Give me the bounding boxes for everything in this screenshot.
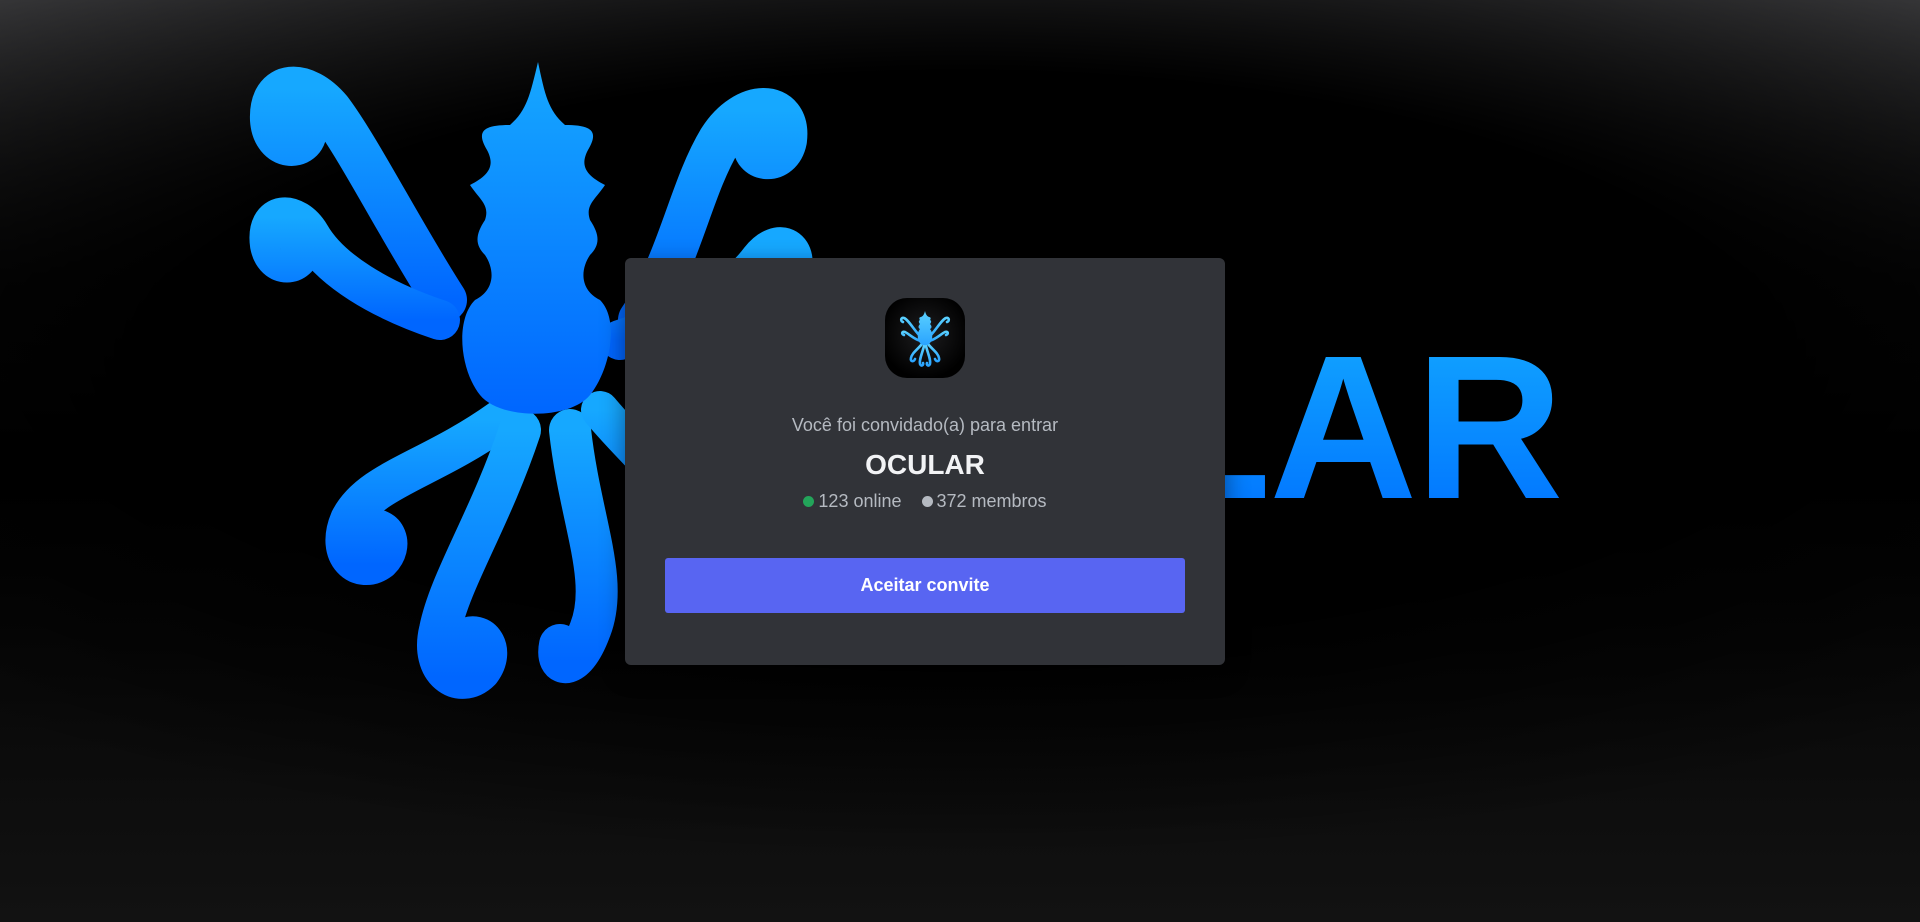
accept-invite-button[interactable]: Aceitar convite xyxy=(665,558,1185,613)
members-status-dot xyxy=(921,495,933,507)
online-status-dot xyxy=(803,495,815,507)
server-icon xyxy=(885,298,965,378)
server-stats: 123 online 372 membros xyxy=(665,490,1185,512)
invite-modal: Você foi convidado(a) para entrar OCULAR… xyxy=(625,258,1225,665)
octopus-server-icon xyxy=(899,311,951,367)
server-name: OCULAR xyxy=(865,449,985,480)
online-stat: 123 online xyxy=(803,490,902,512)
invite-heading: Você foi convidado(a) para entrar xyxy=(791,415,1059,435)
members-stat: 372 membros xyxy=(921,490,1047,512)
member-count: 372 membros xyxy=(936,491,1047,511)
online-count: 123 online xyxy=(818,491,902,511)
